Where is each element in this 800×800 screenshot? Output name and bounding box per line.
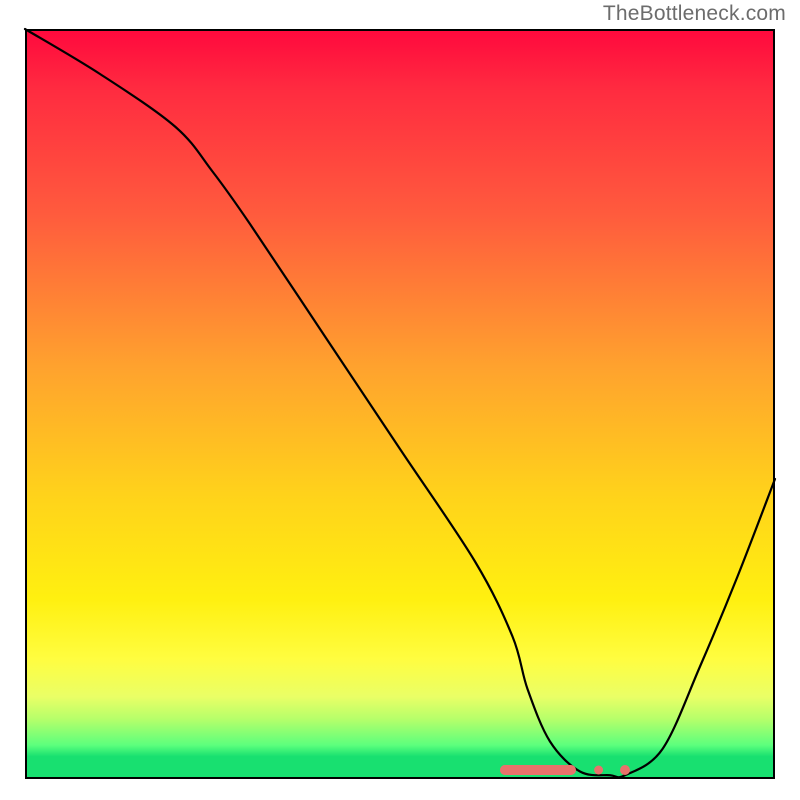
bottleneck-curve-svg bbox=[25, 29, 775, 779]
chart-plot-area bbox=[25, 29, 775, 779]
bottleneck-curve-path bbox=[25, 29, 775, 777]
attribution-text: TheBottleneck.com bbox=[603, 2, 786, 26]
